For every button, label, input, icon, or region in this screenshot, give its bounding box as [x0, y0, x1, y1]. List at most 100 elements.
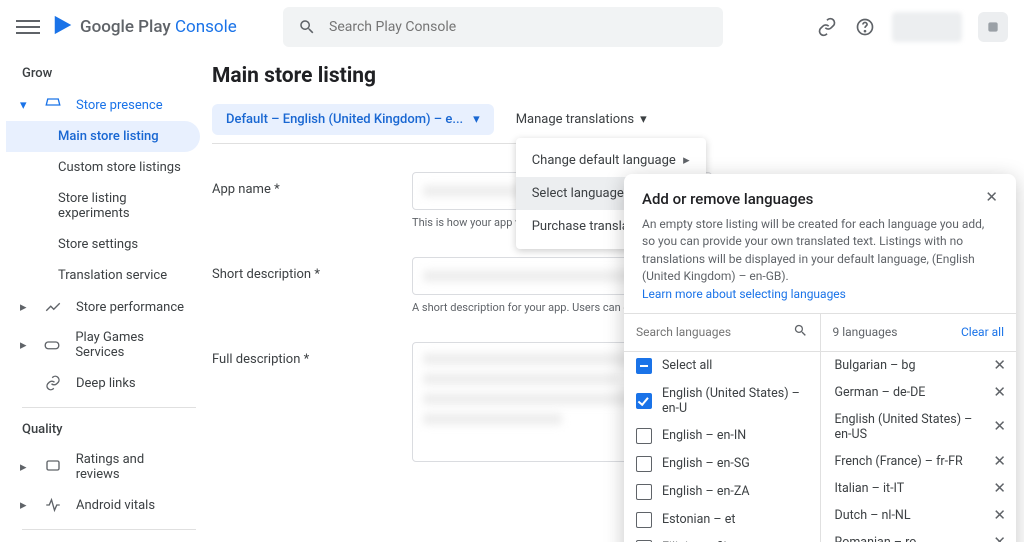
- nav-label: Store performance: [76, 300, 184, 315]
- selected-language-row: Romanian – ro✕: [821, 529, 1017, 542]
- sidebar-item-store-presence[interactable]: ▾ Store presence: [6, 89, 200, 121]
- remove-language-icon[interactable]: ✕: [993, 358, 1006, 373]
- checkbox-icon[interactable]: [636, 512, 652, 528]
- remove-language-icon[interactable]: ✕: [993, 481, 1006, 496]
- select-all-row[interactable]: Select all: [624, 352, 820, 380]
- sidebar-item-play-games-services[interactable]: ▸ Play Games Services: [6, 323, 200, 367]
- checkbox-icon[interactable]: [636, 358, 652, 374]
- nav-label: Play Games Services: [75, 330, 188, 360]
- chevron-right-icon: ▸: [20, 498, 30, 513]
- sidebar-item-custom-store-listings[interactable]: Custom store listings: [6, 152, 200, 183]
- selected-language-row: Italian – it-IT ✕: [821, 475, 1017, 502]
- sidebar-item-store-settings[interactable]: Store settings: [6, 229, 200, 260]
- reviews-icon: [44, 458, 62, 476]
- remove-language-icon[interactable]: ✕: [993, 508, 1006, 523]
- language-option[interactable]: Filipino – fil: [624, 534, 820, 542]
- trending-icon: [44, 298, 62, 316]
- vitals-icon: [44, 496, 62, 514]
- nav-label: Store presence: [76, 98, 163, 113]
- language-option[interactable]: English – en-SG: [624, 450, 820, 478]
- nav-label: Ratings and reviews: [76, 452, 188, 482]
- nav-section-grow: Grow: [6, 58, 208, 89]
- logo[interactable]: Google Play Console: [52, 14, 237, 40]
- language-label: Bulgarian – bg: [835, 358, 916, 373]
- remove-language-icon[interactable]: ✕: [993, 454, 1006, 469]
- topbar-right: [816, 12, 1008, 42]
- panel-description: An empty store listing will be created f…: [642, 216, 998, 303]
- available-languages-column: Select all English (United States) – en-U…: [624, 314, 821, 542]
- panel-title: Add or remove languages: [642, 190, 813, 208]
- selected-language-row: French (France) – fr-FR ✕: [821, 448, 1017, 475]
- chevron-down-icon: ▾: [473, 112, 480, 127]
- chevron-down-icon: ▾: [640, 112, 647, 127]
- sidebar: Grow ▾ Store presence Main store listing…: [0, 54, 208, 542]
- storefront-icon: [44, 96, 62, 114]
- chevron-right-icon: ▸: [20, 300, 30, 315]
- field-label: App name *: [212, 172, 412, 197]
- menu-icon[interactable]: [16, 15, 40, 39]
- chevron-right-icon: ▸: [20, 338, 29, 353]
- sidebar-item-main-store-listing[interactable]: Main store listing: [6, 121, 200, 152]
- selected-count: 9 languages: [833, 325, 898, 339]
- account-switcher[interactable]: [892, 12, 962, 42]
- language-search-input[interactable]: [636, 325, 746, 339]
- nav-label: Android vitals: [76, 498, 155, 513]
- link-icon: [44, 374, 62, 392]
- sidebar-item-android-vitals[interactable]: ▸ Android vitals: [6, 489, 200, 521]
- field-label: Full description *: [212, 342, 412, 367]
- help-icon[interactable]: [854, 16, 876, 38]
- selected-language-row: Dutch – nl-NL ✕: [821, 502, 1017, 529]
- language-label: Dutch – nl-NL: [835, 508, 911, 523]
- app-icon-button[interactable]: [978, 12, 1008, 42]
- gamepad-icon: [43, 336, 61, 354]
- clear-all-button[interactable]: Clear all: [961, 325, 1004, 339]
- checkbox-icon[interactable]: [636, 393, 652, 409]
- language-label: French (France) – fr-FR: [835, 454, 963, 469]
- sidebar-item-translation-service[interactable]: Translation service: [6, 260, 200, 291]
- language-label: Italian – it-IT: [835, 481, 905, 496]
- sidebar-item-store-experiments[interactable]: Store listing experiments: [6, 183, 200, 229]
- language-panel: Add or remove languages ✕ An empty store…: [624, 174, 1016, 542]
- chevron-right-icon: ▸: [20, 460, 30, 475]
- nav-label: Deep links: [76, 376, 136, 391]
- checkbox-icon[interactable]: [636, 484, 652, 500]
- close-icon[interactable]: ✕: [985, 188, 998, 206]
- checkbox-icon[interactable]: [636, 456, 652, 472]
- sidebar-item-deep-links[interactable]: ▸ Deep links: [6, 367, 200, 399]
- selected-languages-column: 9 languages Clear all Bulgarian – bg ✕ Ger…: [821, 314, 1017, 542]
- divider: [22, 529, 196, 530]
- default-language-dropdown[interactable]: Default – English (United Kingdom) – e..…: [212, 104, 494, 135]
- language-option[interactable]: English – en-IN: [624, 422, 820, 450]
- nav-section-monetize: Monetize: [6, 536, 208, 542]
- remove-language-icon[interactable]: ✕: [993, 419, 1006, 434]
- link-icon[interactable]: [816, 16, 838, 38]
- language-label: English – en-IN: [662, 428, 746, 443]
- language-label: German – de-DE: [835, 385, 926, 400]
- language-label: English (United States) – en-U: [662, 386, 808, 416]
- manage-translations-dropdown[interactable]: Manage translations ▾ Change default lan…: [516, 112, 647, 127]
- field-label: Short description *: [212, 257, 412, 282]
- sidebar-item-ratings-reviews[interactable]: ▸ Ratings and reviews: [6, 445, 200, 489]
- select-all-label: Select all: [662, 358, 712, 373]
- remove-language-icon[interactable]: ✕: [993, 385, 1006, 400]
- checkbox-icon[interactable]: [636, 428, 652, 444]
- language-option[interactable]: Estonian – et: [624, 506, 820, 534]
- main-content: Main store listing Default – English (Un…: [208, 54, 1024, 542]
- language-option[interactable]: English – en-ZA: [624, 478, 820, 506]
- menu-item-change-default-language[interactable]: Change default language▸: [516, 144, 706, 177]
- nav-section-quality: Quality: [6, 414, 208, 445]
- search-bar[interactable]: [283, 7, 723, 47]
- sidebar-item-store-performance[interactable]: ▸ Store performance: [6, 291, 200, 323]
- logo-text: Google Play Console: [80, 17, 237, 37]
- language-label: English – en-ZA: [662, 484, 750, 499]
- search-icon: [793, 323, 808, 341]
- page-title: Main store listing: [212, 64, 1004, 88]
- remove-language-icon[interactable]: ✕: [993, 535, 1006, 542]
- chevron-right-icon: ▸: [683, 153, 690, 168]
- language-option[interactable]: English (United States) – en-U: [624, 380, 820, 422]
- language-label: English (United States) – en-US: [835, 412, 984, 442]
- play-triangle-icon: [52, 14, 74, 40]
- learn-more-link[interactable]: Learn more about selecting languages: [642, 287, 846, 301]
- selected-language-row: Bulgarian – bg ✕: [821, 352, 1017, 379]
- search-input[interactable]: [329, 19, 709, 35]
